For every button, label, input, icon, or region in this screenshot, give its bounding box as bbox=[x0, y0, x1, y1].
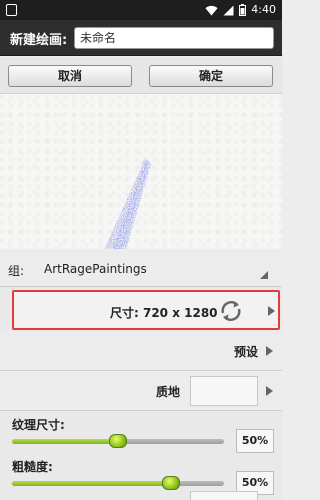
group-label: 组: bbox=[8, 264, 25, 278]
rotate-orientation-icon[interactable] bbox=[218, 298, 244, 324]
group-selector[interactable]: 组: ArtRagePaintings bbox=[0, 249, 282, 287]
roughness-label: 粗糙度: bbox=[12, 460, 53, 474]
next-row-partial bbox=[0, 489, 282, 500]
battery-icon bbox=[239, 4, 247, 16]
signal-icon bbox=[223, 5, 234, 15]
painting-name-input[interactable]: 未命名 bbox=[74, 27, 274, 49]
status-bar: 4:40 bbox=[0, 0, 282, 20]
slider-fill bbox=[12, 481, 171, 486]
cancel-button[interactable]: 取消 bbox=[8, 65, 132, 87]
chevron-right-icon bbox=[268, 306, 275, 316]
wifi-icon bbox=[205, 5, 218, 16]
color-swatch[interactable] bbox=[190, 491, 258, 500]
canvas-preview bbox=[0, 94, 282, 249]
size-row[interactable]: 尺寸: 720 x 1280 bbox=[12, 290, 280, 330]
settings-panel: 组: ArtRagePaintings 尺寸: 720 x 1280 预设 质地… bbox=[0, 249, 282, 500]
ok-button[interactable]: 确定 bbox=[149, 65, 273, 87]
size-value: 尺寸: 720 x 1280 bbox=[110, 306, 218, 320]
dropdown-arrow-icon bbox=[260, 271, 268, 279]
roughness-slider[interactable] bbox=[12, 476, 224, 490]
group-value: ArtRagePaintings bbox=[44, 262, 147, 276]
slider-fill bbox=[12, 439, 118, 444]
slider-thumb[interactable] bbox=[162, 476, 180, 490]
preset-label: 预设 bbox=[234, 345, 259, 359]
texture-size-value[interactable]: 50% bbox=[236, 429, 274, 453]
chevron-right-icon bbox=[266, 386, 273, 396]
texture-row[interactable]: 质地 bbox=[0, 371, 282, 411]
texture-swatch[interactable] bbox=[190, 376, 258, 406]
notification-icon bbox=[6, 4, 17, 16]
clock-time: 4:40 bbox=[251, 3, 276, 16]
texture-size-slider-row: 纹理尺寸: 50% bbox=[0, 412, 282, 458]
texture-label: 质地 bbox=[156, 385, 181, 399]
new-painting-label: 新建绘画: bbox=[10, 33, 68, 48]
texture-size-slider[interactable] bbox=[12, 434, 224, 448]
new-painting-title-bar: 新建绘画: 未命名 bbox=[0, 20, 282, 56]
slider-thumb[interactable] bbox=[109, 434, 127, 448]
chevron-right-icon bbox=[266, 346, 273, 356]
preset-row[interactable]: 预设 bbox=[0, 331, 282, 371]
brush-stroke bbox=[104, 159, 151, 249]
texture-size-label: 纹理尺寸: bbox=[12, 418, 65, 432]
action-bar: 取消 确定 bbox=[0, 57, 282, 94]
